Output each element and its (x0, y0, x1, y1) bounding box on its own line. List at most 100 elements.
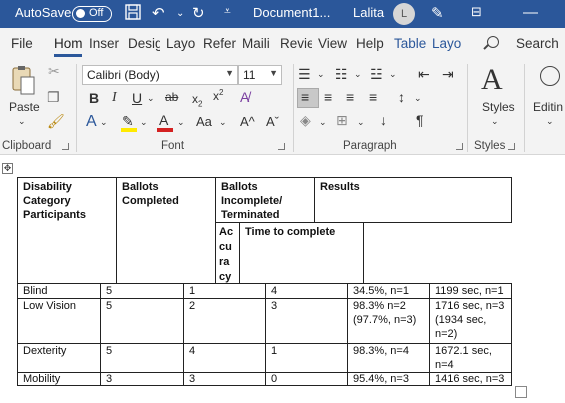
cell-incomplete[interactable]: 1 (183, 283, 266, 299)
underline-dropdown-icon[interactable]: ⌄ (147, 93, 155, 104)
minimize-icon[interactable]: — (523, 4, 538, 21)
cell-completed[interactable]: 5 (100, 283, 184, 299)
cell-time[interactable]: 1199 sec, n=1 (429, 283, 512, 299)
decrease-indent-icon[interactable]: ⇤ (418, 66, 430, 83)
cell-accuracy[interactable]: 98.3% n=2 (97.7%, n=3) (347, 298, 430, 344)
tab-insert[interactable]: Inser (89, 36, 120, 51)
search-icon[interactable] (487, 36, 499, 48)
font-color-dropdown-icon[interactable]: ⌄ (177, 117, 185, 128)
header-ballots-completed[interactable]: Ballots Completed (116, 177, 216, 284)
editing-button-label[interactable]: Editin (533, 100, 563, 114)
tab-view[interactable]: View (318, 36, 347, 51)
justify-icon[interactable]: ≡ (369, 89, 377, 105)
numbering-dropdown-icon[interactable]: ⌄ (354, 69, 362, 80)
increase-indent-icon[interactable]: ⇥ (442, 66, 454, 83)
tab-review[interactable]: Revie (280, 36, 312, 51)
borders-dropdown-icon[interactable]: ⌄ (357, 117, 365, 128)
line-spacing-dropdown-icon[interactable]: ⌄ (414, 93, 422, 104)
paste-icon[interactable] (10, 64, 36, 99)
search-label[interactable]: Search (516, 36, 559, 51)
tab-table-design[interactable]: Table (394, 36, 426, 51)
save-icon[interactable] (125, 4, 141, 24)
cell-completed[interactable]: 5 (100, 343, 184, 373)
align-center-icon[interactable]: ≡ (324, 89, 332, 105)
highlight-dropdown-icon[interactable]: ⌄ (140, 117, 148, 128)
change-case-icon[interactable]: Aa (196, 114, 212, 129)
sort-icon[interactable]: ↓ (380, 112, 387, 128)
cell-time[interactable]: 1416 sec, n=3 (429, 372, 512, 386)
table-move-handle-icon[interactable]: ✥ (2, 163, 13, 174)
avatar[interactable]: L (393, 3, 415, 25)
bullets-dropdown-icon[interactable]: ⌄ (317, 69, 325, 80)
cell-accuracy[interactable]: 34.5%, n=1 (347, 283, 430, 299)
cell-category[interactable]: Low Vision (17, 298, 101, 344)
paste-label[interactable]: Paste (9, 100, 40, 114)
show-marks-icon[interactable]: ¶ (416, 112, 424, 128)
text-effects-dropdown-icon[interactable]: ⌄ (100, 117, 108, 128)
header-time-to-complete[interactable]: Time to complete (239, 222, 364, 284)
shrink-font-icon[interactable]: Aˇ (266, 114, 279, 129)
copy-icon[interactable]: ❐ (47, 89, 60, 106)
undo-icon[interactable]: ↶ (152, 4, 165, 22)
find-icon[interactable] (540, 66, 560, 86)
line-spacing-icon[interactable]: ↕ (398, 89, 405, 105)
grow-font-icon[interactable]: A^ (240, 114, 255, 129)
cell-terminated[interactable]: 0 (265, 372, 348, 386)
tab-file[interactable]: File (11, 36, 33, 51)
tab-layout[interactable]: Layo (166, 36, 196, 51)
cell-terminated[interactable]: 3 (265, 298, 348, 344)
tab-help[interactable]: Help (356, 36, 384, 51)
ribbon-display-icon[interactable]: ⊟ (471, 4, 482, 20)
cell-terminated[interactable]: 1 (265, 343, 348, 373)
paste-dropdown-icon[interactable]: ⌄ (18, 116, 26, 127)
styles-launcher-icon[interactable] (508, 143, 515, 150)
underline-icon[interactable]: U (132, 90, 142, 106)
tab-mailings[interactable]: Maili (242, 36, 274, 51)
pen-icon[interactable]: ✎ (431, 4, 444, 22)
cell-category[interactable]: Dexterity (17, 343, 101, 373)
cell-accuracy[interactable]: 98.3%, n=4 (347, 343, 430, 373)
header-ballots-incomplete[interactable]: Ballots Incomplete/ Terminated (215, 177, 315, 223)
shading-icon[interactable]: ◈ (300, 112, 311, 129)
cell-completed[interactable]: 5 (100, 298, 184, 344)
user-name[interactable]: Lalita (353, 5, 384, 20)
styles-button-label[interactable]: Styles (482, 100, 515, 114)
tab-home[interactable]: Hom (54, 36, 83, 51)
borders-icon[interactable]: ⊞ (336, 112, 348, 129)
header-disability-category[interactable]: Disability Category Participants (17, 177, 117, 284)
font-size-combo[interactable]: 11 ▼ (238, 65, 282, 85)
multilevel-dropdown-icon[interactable]: ⌄ (389, 69, 397, 80)
clear-formatting-icon[interactable]: A̸ (240, 89, 249, 105)
editing-dropdown-icon[interactable]: ⌄ (546, 116, 554, 127)
cell-terminated[interactable]: 4 (265, 283, 348, 299)
cell-category[interactable]: Mobility (17, 372, 101, 386)
cell-time[interactable]: 1716 sec, n=3 (1934 sec, n=2) (429, 298, 512, 344)
cell-category[interactable]: Blind (17, 283, 101, 299)
customize-qat-icon[interactable]: ⩡ (224, 4, 231, 19)
tab-design[interactable]: Desig (128, 36, 160, 51)
cell-incomplete[interactable]: 3 (183, 372, 266, 386)
autosave-toggle[interactable]: Off (72, 6, 112, 22)
tab-table-layout[interactable]: Layo (432, 36, 463, 51)
tab-references[interactable]: Refer (203, 36, 236, 51)
clipboard-launcher-icon[interactable] (62, 143, 69, 150)
numbering-icon[interactable]: ☷ (335, 66, 348, 83)
cell-accuracy[interactable]: 95.4%, n=3 (347, 372, 430, 386)
cell-incomplete[interactable]: 2 (183, 298, 266, 344)
header-accuracy[interactable]: Ac cu ra cy (215, 222, 240, 284)
font-name-combo[interactable]: Calibri (Body) ▼ (82, 65, 238, 85)
cut-icon[interactable]: ✂ (48, 63, 60, 80)
paragraph-launcher-icon[interactable] (456, 143, 463, 150)
font-color-icon[interactable]: A (159, 112, 168, 128)
redo-icon[interactable]: ↻ (192, 4, 205, 22)
align-right-icon[interactable]: ≡ (346, 89, 354, 105)
change-case-dropdown-icon[interactable]: ⌄ (219, 117, 227, 128)
bullets-icon[interactable]: ☰ (298, 66, 311, 83)
font-launcher-icon[interactable] (278, 143, 285, 150)
strikethrough-icon[interactable]: ab (165, 90, 178, 104)
styles-gallery-icon[interactable]: A (481, 63, 503, 97)
table-resize-handle[interactable] (515, 386, 527, 398)
cell-incomplete[interactable]: 4 (183, 343, 266, 373)
cell-completed[interactable]: 3 (100, 372, 184, 386)
undo-dropdown-icon[interactable]: ⌄ (176, 8, 184, 19)
